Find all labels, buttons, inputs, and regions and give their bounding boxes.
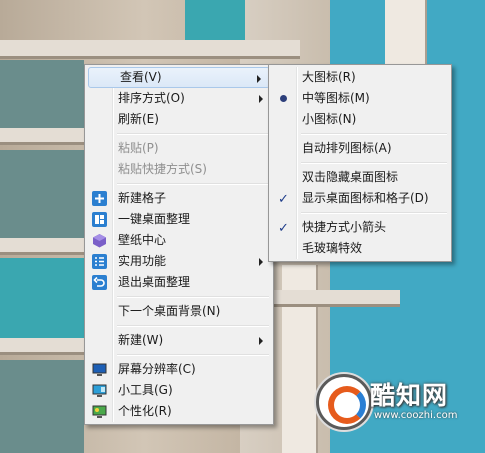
menu-item-screen-resolution-label: 屏幕分辨率(C) [118,362,196,376]
monitor-icon [92,362,107,377]
submenu-item-medium-icons-label: 中等图标(M) [302,91,370,105]
menu-item-wallpaper-center-label: 壁纸中心 [118,233,167,247]
submenu-item-double-click-hide[interactable]: 双击隐藏桌面图标 [271,167,449,188]
submenu-item-medium-icons[interactable]: 中等图标(M) [271,88,449,109]
menu-item-paste-shortcut-label: 粘贴快捷方式(S) [118,162,207,176]
submenu-item-shortcut-arrow[interactable]: ✓ 快捷方式小箭头 [271,217,449,238]
coozhi-watermark: 酷知网 www.coozhi.com [308,372,460,434]
menu-separator [117,183,269,185]
view-submenu: 大图标(R) 中等图标(M) 小图标(N) 自动排列图标(A) 双击隐藏桌面图标… [268,64,452,262]
menu-item-sort[interactable]: 排序方式(O) [87,88,271,109]
menu-separator [301,162,447,164]
menu-item-utilities[interactable]: 实用功能 [87,251,271,272]
menu-separator [117,325,269,327]
submenu-arrow-icon [259,95,263,103]
submenu-item-frosted-glass-label: 毛玻璃特效 [302,241,363,255]
submenu-arrow-icon [259,258,263,266]
menu-item-new-grid[interactable]: 新建格子 [87,188,271,209]
submenu-item-auto-arrange-label: 自动排列图标(A) [302,141,392,155]
menu-item-view[interactable]: 查看(V) [88,67,270,88]
menu-separator [301,212,447,214]
submenu-item-small-icons[interactable]: 小图标(N) [271,109,449,130]
menu-item-new-label: 新建(W) [118,333,164,347]
list-icon [92,254,107,269]
menu-item-exit-organize-label: 退出桌面整理 [118,275,191,289]
menu-item-personalize[interactable]: 个性化(R) [87,401,271,422]
menu-item-view-label: 查看(V) [120,70,162,84]
menu-item-paste-shortcut: 粘贴快捷方式(S) [87,159,271,180]
checkmark-icon: ✓ [278,192,289,207]
submenu-item-shortcut-arrow-label: 快捷方式小箭头 [302,220,387,234]
menu-item-screen-resolution[interactable]: 屏幕分辨率(C) [87,359,271,380]
personalize-icon [92,404,107,419]
menu-item-next-background[interactable]: 下一个桌面背景(N) [87,301,271,322]
menu-item-refresh[interactable]: 刷新(E) [87,109,271,130]
submenu-item-small-icons-label: 小图标(N) [302,112,357,126]
submenu-item-show-icons-grids-label: 显示桌面图标和格子(D) [302,191,429,205]
submenu-arrow-icon [259,337,263,345]
radio-bullet-icon [280,95,287,102]
menu-item-exit-organize[interactable]: 退出桌面整理 [87,272,271,293]
submenu-item-show-icons-grids[interactable]: ✓ 显示桌面图标和格子(D) [271,188,449,209]
menu-item-one-click-organize-label: 一键桌面整理 [118,212,191,226]
watermark-url: www.coozhi.com [374,410,458,421]
submenu-item-frosted-glass[interactable]: 毛玻璃特效 [271,238,449,259]
menu-item-paste: 粘贴(P) [87,138,271,159]
desktop-context-menu: 查看(V) 排序方式(O) 刷新(E) 粘贴(P) 粘贴快捷方式(S) 新建格子… [84,64,274,425]
menu-item-paste-label: 粘贴(P) [118,141,159,155]
menu-item-new-grid-label: 新建格子 [118,191,167,205]
coozhi-logo-icon [316,374,372,430]
submenu-item-auto-arrange[interactable]: 自动排列图标(A) [271,138,449,159]
submenu-arrow-icon [257,75,261,83]
menu-separator [301,133,447,135]
watermark-title: 酷知网 [370,381,449,410]
submenu-item-large-icons-label: 大图标(R) [302,70,356,84]
menu-separator [117,296,269,298]
menu-separator [117,133,269,135]
menu-item-sort-label: 排序方式(O) [118,91,185,105]
checkmark-icon: ✓ [278,221,289,236]
menu-item-next-background-label: 下一个桌面背景(N) [118,304,221,318]
menu-item-wallpaper-center[interactable]: 壁纸中心 [87,230,271,251]
add-grid-icon [92,191,107,206]
gadgets-icon [92,383,107,398]
menu-item-gadgets[interactable]: 小工具(G) [87,380,271,401]
menu-item-gadgets-label: 小工具(G) [118,383,173,397]
menu-separator [117,354,269,356]
menu-item-utilities-label: 实用功能 [118,254,167,268]
menu-item-one-click-organize[interactable]: 一键桌面整理 [87,209,271,230]
submenu-item-large-icons[interactable]: 大图标(R) [271,67,449,88]
menu-item-new[interactable]: 新建(W) [87,330,271,351]
undo-icon [92,275,107,290]
wallpaper-cube-icon [92,233,107,248]
submenu-item-double-click-hide-label: 双击隐藏桌面图标 [302,170,399,184]
menu-item-personalize-label: 个性化(R) [118,404,172,418]
menu-item-refresh-label: 刷新(E) [118,112,159,126]
organize-layout-icon [92,212,107,227]
